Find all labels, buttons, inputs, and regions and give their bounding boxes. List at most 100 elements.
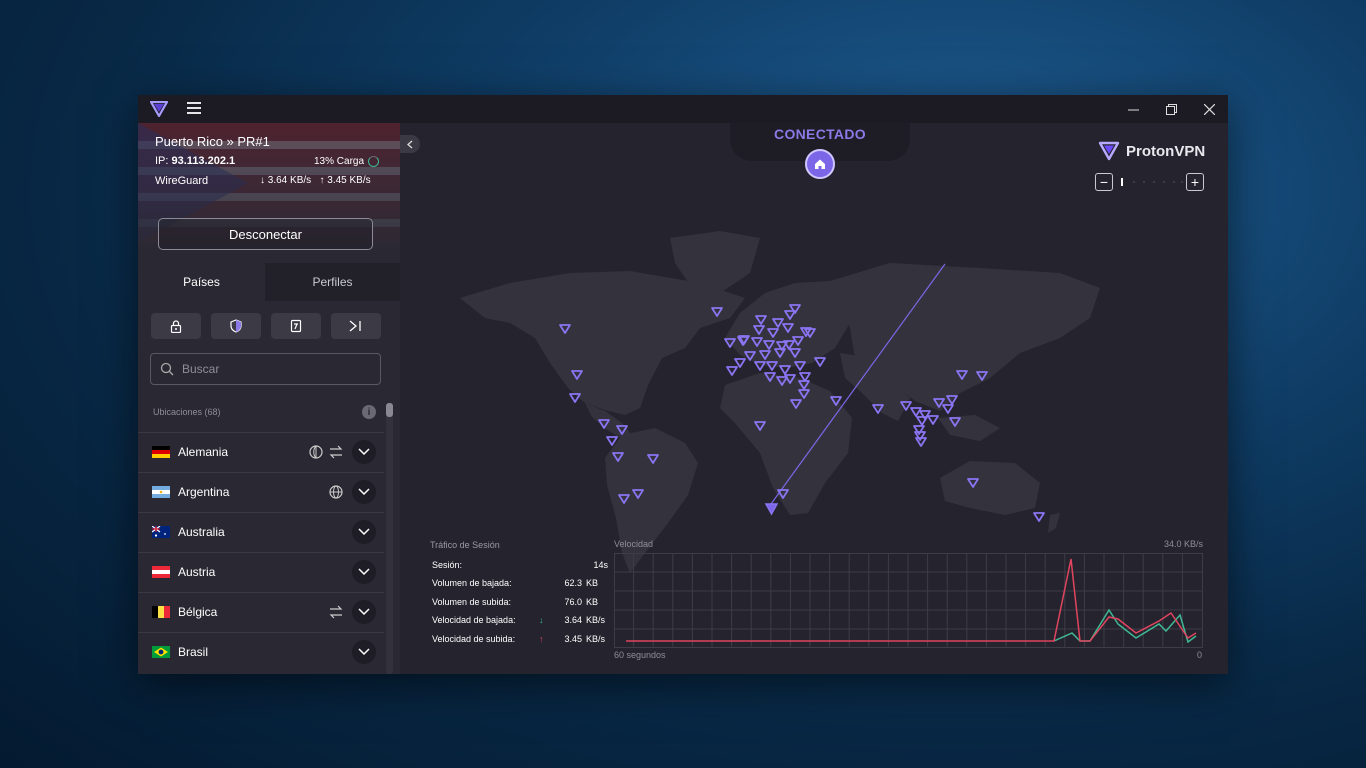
p2p-filter-button[interactable] xyxy=(271,313,321,339)
chart-max-label: 34.0 KB/s xyxy=(1163,539,1203,549)
server-marker[interactable] xyxy=(814,357,826,367)
country-row-belgica[interactable]: Bélgica xyxy=(138,592,384,632)
chart-x-left: 60 segundos xyxy=(614,650,666,660)
netshield-filter-button[interactable] xyxy=(211,313,261,339)
chevron-down-icon xyxy=(358,568,370,576)
server-marker[interactable] xyxy=(734,358,746,368)
tor-icon xyxy=(309,445,323,459)
connected-server-marker[interactable] xyxy=(764,503,779,516)
country-row-brasil[interactable]: Brasil xyxy=(138,632,384,672)
tab-countries[interactable]: Países xyxy=(138,263,265,301)
server-marker[interactable] xyxy=(910,407,922,417)
stat-up-speed: Velocidad de subida: ↑ 3.45 KB/s xyxy=(432,633,606,644)
expand-button[interactable] xyxy=(352,480,376,504)
maximize-button[interactable] xyxy=(1152,95,1190,123)
country-name: Brasil xyxy=(178,645,209,659)
locations-count: Ubicaciones (68) xyxy=(153,407,221,417)
minimize-button[interactable] xyxy=(1114,95,1152,123)
chevron-down-icon xyxy=(358,608,370,616)
country-list: Alemania Argentina Australia Austria Bél… xyxy=(138,432,384,672)
stats-title: Tráfico de Sesión xyxy=(430,540,500,550)
speed-chart xyxy=(614,553,1203,648)
expand-button[interactable] xyxy=(352,640,376,664)
server-name: Puerto Rico » PR#1 xyxy=(155,134,270,149)
flag-austria-icon xyxy=(152,566,170,578)
stat-down-speed: Velocidad de bajada: ↓ 3.64 KB/s xyxy=(432,615,606,626)
download-series xyxy=(1053,608,1197,644)
expand-button[interactable] xyxy=(352,600,376,624)
stat-up-volume: Volumen de subida: 76.0 KB xyxy=(432,596,599,607)
stat-down-volume: Volumen de bajada: 62.3 KB xyxy=(432,578,599,589)
globe-icon xyxy=(329,485,343,499)
scrollbar[interactable] xyxy=(386,403,393,674)
country-name: Argentina xyxy=(178,485,230,499)
session-stats: Tráfico de Sesión Sesión: 14s Volumen de … xyxy=(430,540,610,652)
protonvpn-logo-icon xyxy=(1098,141,1120,161)
arrow-right-bar-icon xyxy=(349,320,361,332)
zoom-in-button[interactable]: + xyxy=(1186,173,1204,191)
server-marker[interactable] xyxy=(927,415,939,425)
tab-profiles[interactable]: Perfiles xyxy=(265,263,400,301)
search-input[interactable] xyxy=(180,361,364,377)
country-name: Bélgica xyxy=(178,605,218,619)
chevron-down-icon xyxy=(358,648,370,656)
chart-x-right: 0 xyxy=(1197,650,1203,660)
flag-germany-icon xyxy=(152,446,170,458)
load-ring-icon xyxy=(368,156,380,167)
country-name: Australia xyxy=(178,525,225,539)
expand-button[interactable] xyxy=(352,520,376,544)
flag-argentina-icon xyxy=(152,486,170,498)
transfer-rates: ↓ 3.64 KB/s ↑ 3.45 KB/s xyxy=(260,175,371,186)
chevron-down-icon xyxy=(358,448,370,456)
search-icon xyxy=(160,362,174,376)
flag-belgium-icon xyxy=(152,606,170,618)
server-marker[interactable] xyxy=(569,393,581,403)
collapse-sidebar-button[interactable] xyxy=(400,135,420,153)
menu-icon[interactable] xyxy=(187,102,201,116)
server-marker[interactable] xyxy=(916,416,928,426)
chevron-down-icon xyxy=(358,528,370,536)
zoom-out-button[interactable]: − xyxy=(1095,173,1113,191)
title-bar xyxy=(138,95,1228,123)
p2p-arrows-icon xyxy=(329,605,343,619)
p2p-arrows-icon xyxy=(329,445,343,459)
brand-logo: ProtonVPN xyxy=(1098,141,1205,161)
document-icon xyxy=(290,319,302,333)
app-window: Puerto Rico » PR#1 IP: 93.113.202.1 13% … xyxy=(138,95,1228,674)
zoom-slider[interactable] xyxy=(1116,177,1188,187)
country-row-austria[interactable]: Austria xyxy=(138,552,384,592)
home-icon[interactable] xyxy=(805,149,835,179)
server-marker[interactable] xyxy=(726,366,738,376)
info-icon[interactable]: i xyxy=(362,405,376,419)
sidebar: Puerto Rico » PR#1 IP: 93.113.202.1 13% … xyxy=(138,123,400,674)
expand-button[interactable] xyxy=(352,560,376,584)
map-panel: CONECTADO ProtonVPN − + Tráfico de Sesió… xyxy=(400,123,1228,674)
country-row-alemania[interactable]: Alemania xyxy=(138,432,384,472)
disconnect-button[interactable]: Desconectar xyxy=(158,218,373,250)
server-marker[interactable] xyxy=(1033,512,1045,522)
expand-button[interactable] xyxy=(352,440,376,464)
arrow-down-icon: ↓ xyxy=(539,615,544,626)
country-name: Alemania xyxy=(178,445,229,459)
secure-core-filter-button[interactable] xyxy=(151,313,201,339)
connection-header: Puerto Rico » PR#1 IP: 93.113.202.1 13% … xyxy=(138,123,400,263)
stat-session: Sesión: 14s xyxy=(432,560,608,570)
shield-icon xyxy=(230,319,242,333)
country-row-australia[interactable]: Australia xyxy=(138,512,384,552)
search-box[interactable] xyxy=(150,353,381,385)
proton-logo-icon xyxy=(149,100,169,122)
country-name: Austria xyxy=(178,565,216,579)
chevron-left-icon xyxy=(407,140,413,148)
arrow-up-icon: ↑ xyxy=(539,633,544,644)
countries-panel: Ubicaciones (68) i Alemania Argentina xyxy=(138,301,400,674)
flag-australia-icon xyxy=(152,526,170,538)
flag-brazil-icon xyxy=(152,646,170,658)
country-row-argentina[interactable]: Argentina xyxy=(138,472,384,512)
chevron-down-icon xyxy=(358,488,370,496)
server-load: 13% Carga xyxy=(314,156,380,167)
lock-icon xyxy=(170,319,182,333)
server-marker[interactable] xyxy=(942,404,954,414)
close-button[interactable] xyxy=(1190,95,1228,123)
protocol-label: WireGuard xyxy=(155,175,209,187)
tor-filter-button[interactable] xyxy=(331,313,381,339)
